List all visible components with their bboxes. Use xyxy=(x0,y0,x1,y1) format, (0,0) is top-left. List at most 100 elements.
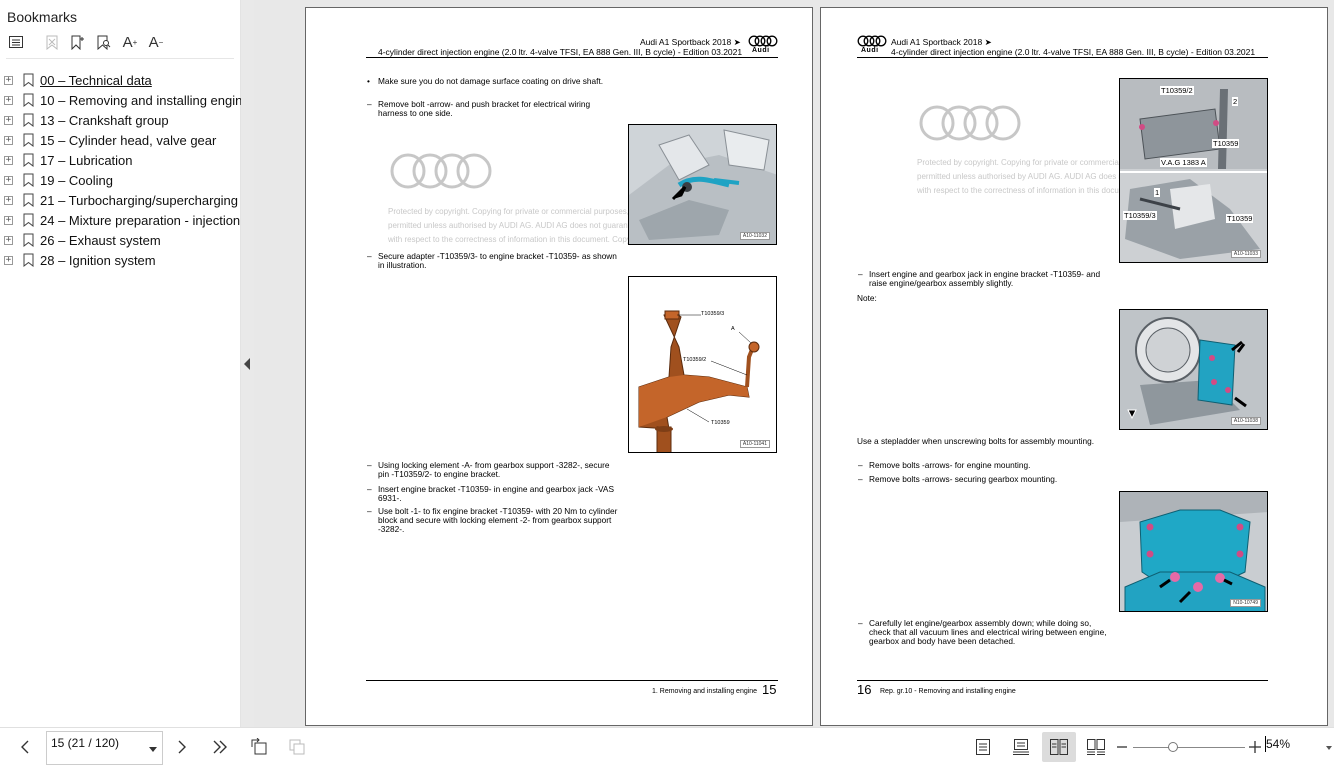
footer-chapter: Rep. gr.10 - Removing and installing eng… xyxy=(880,688,1016,695)
copy-icon[interactable] xyxy=(285,736,309,758)
bookmark-label: 17 – Lubrication xyxy=(40,152,133,168)
zoom-field[interactable]: 54% xyxy=(1262,731,1334,759)
bookmark-icon xyxy=(23,233,34,247)
single-page-icon[interactable] xyxy=(971,736,995,758)
footer-rule xyxy=(366,680,778,681)
step: – Remove bolt -arrow- and push bracket fo… xyxy=(367,99,591,118)
figure-id: A10-11033 xyxy=(1230,250,1261,258)
chevron-down-icon[interactable] xyxy=(1326,746,1332,750)
add-bookmark-icon[interactable] xyxy=(68,32,88,52)
previous-page-icon[interactable] xyxy=(13,736,37,758)
expand-icon[interactable]: + xyxy=(4,155,13,165)
step: • Make sure you do not damage surface coa… xyxy=(367,76,604,86)
bookmark-label: 10 – Removing and installing engine xyxy=(40,92,250,108)
increase-text-size-icon[interactable]: A + xyxy=(120,32,140,52)
callout-label: 2 xyxy=(1232,97,1239,106)
audi-wordmark: Audi xyxy=(752,47,770,54)
header-rule xyxy=(366,57,778,58)
zoom-value: 54% xyxy=(1266,737,1291,751)
continuous-icon[interactable] xyxy=(1009,736,1033,758)
find-bookmark-icon[interactable] xyxy=(94,32,114,52)
step: – Using locking element -A- from gearbox … xyxy=(367,460,610,479)
figure-id: A10-11041 xyxy=(739,440,770,448)
callout-label: T10359 xyxy=(1212,139,1240,148)
bookmark-item[interactable]: +24 – Mixture preparation - injection xyxy=(0,210,240,230)
callout-label: T10359 xyxy=(1226,214,1254,223)
bookmark-icon xyxy=(23,193,34,207)
step: – Insert engine bracket -T10359- in engin… xyxy=(367,484,614,503)
expand-icon[interactable]: + xyxy=(4,75,13,85)
expand-icon[interactable]: + xyxy=(4,175,13,185)
bookmark-item[interactable]: +28 – Ignition system xyxy=(0,250,240,270)
rotate-icon[interactable] xyxy=(247,736,271,758)
figure-id: N10-10749 xyxy=(1230,599,1261,607)
document-viewer[interactable]: Audi A1 Sportback 2018 ➤ 4-cylinder dire… xyxy=(254,0,1334,727)
bookmark-icon xyxy=(23,253,34,267)
bookmark-label: 28 – Ignition system xyxy=(40,252,156,268)
step: – Secure adapter -T10359/3- to engine bra… xyxy=(367,251,617,270)
next-page-icon[interactable] xyxy=(170,736,194,758)
two-page-icon[interactable] xyxy=(1042,732,1076,762)
bookmark-label: 13 – Crankshaft group xyxy=(40,112,169,128)
collapse-panel-icon[interactable] xyxy=(244,358,250,370)
bookmark-item[interactable]: +15 – Cylinder head, valve gear xyxy=(0,130,240,150)
zoom-slider-handle[interactable] xyxy=(1168,742,1178,752)
bookmark-item[interactable]: +00 – Technical data xyxy=(0,70,240,90)
figure-engine-bracket: T10359/3 A T10359/2 T10359 A10-11041 xyxy=(628,276,777,453)
last-page-icon[interactable] xyxy=(208,736,232,758)
expand-icon[interactable]: + xyxy=(4,135,13,145)
audi-logo-icon xyxy=(748,35,778,47)
bookmark-icon xyxy=(23,113,34,127)
expand-icon[interactable]: + xyxy=(4,195,13,205)
bookmark-label: 00 – Technical data xyxy=(40,72,152,88)
footer-chapter: 1. Removing and installing engine xyxy=(652,688,758,695)
step: – Insert engine and gearbox jack in engin… xyxy=(858,269,1101,288)
bookmark-item[interactable]: +17 – Lubrication xyxy=(0,150,240,170)
bookmark-icon xyxy=(23,73,34,87)
expand-icon[interactable]: + xyxy=(4,235,13,245)
figure-gearbox-mounting: N10-10749 xyxy=(1119,491,1268,612)
audi-watermark-icon xyxy=(919,105,1021,141)
callout-label: T10359/2 xyxy=(683,357,707,363)
page-number: 16 xyxy=(857,682,872,697)
bookmark-item[interactable]: +19 – Cooling xyxy=(0,170,240,190)
audi-logo-icon xyxy=(857,35,887,47)
header-rule xyxy=(857,57,1268,58)
audi-wordmark: Audi xyxy=(861,47,879,54)
bookmark-item[interactable]: +26 – Exhaust system xyxy=(0,230,240,250)
decrease-text-size-icon[interactable]: A − xyxy=(146,32,166,52)
bookmark-label: 24 – Mixture preparation - injection xyxy=(40,212,241,228)
expand-icon[interactable]: + xyxy=(4,115,13,125)
header-engine: 4-cylinder direct injection engine (2.0 … xyxy=(378,47,743,57)
delete-bookmark-icon[interactable] xyxy=(42,32,62,52)
footer-rule xyxy=(857,680,1268,681)
callout-label: V.A.G 1383 A xyxy=(1160,158,1207,167)
header-engine: 4-cylinder direct injection engine (2.0 … xyxy=(891,47,1256,57)
bookmark-icon xyxy=(23,153,34,167)
two-page-continuous-icon[interactable] xyxy=(1084,736,1108,758)
callout-label: A xyxy=(731,326,735,332)
panel-splitter[interactable] xyxy=(241,0,254,727)
bookmark-item[interactable]: +21 – Turbocharging/supercharging xyxy=(0,190,240,210)
expand-icon[interactable]: + xyxy=(4,95,13,105)
bookmarks-title: Bookmarks xyxy=(7,9,78,25)
bookmark-item[interactable]: +10 – Removing and installing engine xyxy=(0,90,250,110)
bookmarks-panel: Bookmarks A + A − +00 – Technical data +10 … xyxy=(0,0,250,727)
bookmark-item[interactable]: +13 – Crankshaft group xyxy=(0,110,240,130)
step: – Remove bolts -arrows- securing gearbox … xyxy=(858,474,1058,484)
bookmark-options-icon[interactable] xyxy=(6,32,26,52)
expand-icon[interactable]: + xyxy=(4,255,13,265)
figure-tool-setup: T10359/2 2 T10359 V.A.G 1383 A 1 T10359/… xyxy=(1119,78,1268,263)
bookmark-label: 26 – Exhaust system xyxy=(40,232,161,248)
chevron-down-icon[interactable] xyxy=(149,747,157,752)
note-label: Note: xyxy=(857,293,877,303)
page-number-field[interactable]: 15 (21 / 120) xyxy=(46,731,163,765)
bookmark-label: 15 – Cylinder head, valve gear xyxy=(40,132,217,148)
expand-icon[interactable]: + xyxy=(4,215,13,225)
step: – Carefully let engine/gearbox assembly d… xyxy=(858,618,1107,646)
bookmark-icon xyxy=(23,173,34,187)
page-number-value: 15 (21 / 120) xyxy=(51,736,120,750)
zoom-slider[interactable] xyxy=(1133,742,1245,752)
zoom-out-icon[interactable] xyxy=(1112,736,1132,758)
callout-label: T10359/2 xyxy=(1160,86,1194,95)
